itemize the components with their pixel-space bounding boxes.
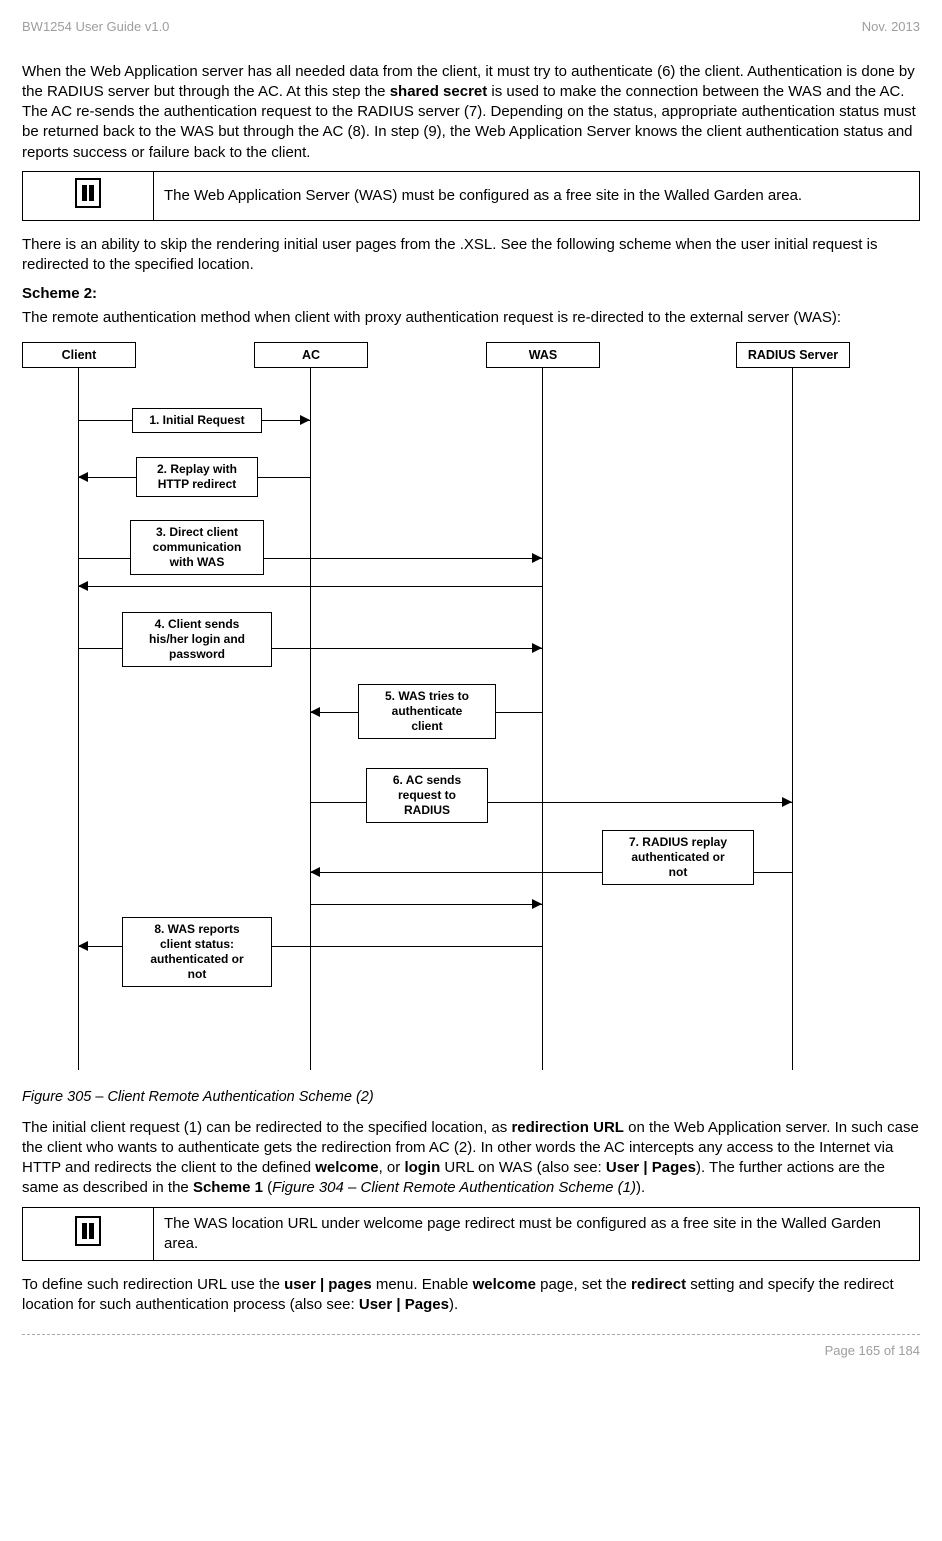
info-callout: The WAS location URL under welcome page … <box>22 1207 920 1262</box>
text-bold: user | pages <box>284 1276 372 1293</box>
text-bold: welcome <box>473 1276 536 1293</box>
lifeline-ac <box>310 342 311 1070</box>
text-bold: shared secret <box>390 83 488 100</box>
text-fragment: ). <box>449 1296 458 1313</box>
actor-client: Client <box>22 342 136 368</box>
text-fragment: menu. Enable <box>372 1276 473 1293</box>
msg-text: 3. Direct client <box>156 525 238 539</box>
text-fragment: The initial client request (1) can be re… <box>22 1119 511 1136</box>
doc-date: Nov. 2013 <box>862 18 920 36</box>
paragraph-define-url: To define such redirection URL use the u… <box>22 1275 920 1316</box>
msg-http-redirect: 2. Replay with HTTP redirect <box>136 457 258 497</box>
msg-was-authenticate: 5. WAS tries to authenticate client <box>358 684 496 739</box>
sequence-diagram: Client AC WAS RADIUS Server 1. Initial R… <box>22 342 920 1082</box>
text-bold: User | Pages <box>359 1296 449 1313</box>
msg-text: client <box>411 719 442 733</box>
msg-text: 4. Client sends <box>155 617 240 631</box>
text-fragment: URL on WAS (also see: <box>440 1159 606 1176</box>
msg-text: 2. Replay with <box>157 462 237 476</box>
actor-radius: RADIUS Server <box>736 342 850 368</box>
arrowhead-icon <box>532 643 542 653</box>
msg-initial-request: 1. Initial Request <box>132 408 262 433</box>
arrow <box>310 904 542 905</box>
page-header: BW1254 User Guide v1.0 Nov. 2013 <box>22 18 920 36</box>
info-text: The Web Application Server (WAS) must be… <box>154 171 920 220</box>
msg-text: 7. RADIUS replay <box>629 835 727 849</box>
arrowhead-icon <box>300 415 310 425</box>
actor-was: WAS <box>486 342 600 368</box>
msg-text: RADIUS <box>404 803 450 817</box>
text-bold: login <box>404 1159 440 1176</box>
msg-text: authenticated or <box>150 952 243 966</box>
arrowhead-icon <box>310 707 320 717</box>
text-fragment: To define such redirection URL use the <box>22 1276 284 1293</box>
arrowhead-icon <box>78 941 88 951</box>
page-footer: Page 165 of 184 <box>22 1342 920 1360</box>
text-bold: redirect <box>631 1276 686 1293</box>
arrowhead-icon <box>782 797 792 807</box>
msg-text: authenticated or <box>631 850 724 864</box>
msg-text: authenticate <box>392 704 463 718</box>
scheme2-heading: Scheme 2: <box>22 284 920 304</box>
arrowhead-icon <box>78 472 88 482</box>
actor-ac: AC <box>254 342 368 368</box>
msg-text: 1. Initial Request <box>149 413 244 427</box>
text-bold: welcome <box>315 1159 378 1176</box>
msg-text: communication <box>153 540 242 554</box>
msg-text: his/her login and <box>149 632 245 646</box>
msg-direct-comm: 3. Direct client communication with WAS <box>130 520 264 575</box>
info-icon <box>75 1216 101 1246</box>
msg-text: password <box>169 647 225 661</box>
info-icon-cell <box>23 1207 154 1261</box>
paragraph-auth-flow: When the Web Application server has all … <box>22 62 920 163</box>
paragraph-skip-pages: There is an ability to skip the renderin… <box>22 235 920 276</box>
figure-caption: Figure 305 – Client Remote Authenticatio… <box>22 1088 920 1108</box>
text-bold: redirection URL <box>511 1119 624 1136</box>
msg-text: client status: <box>160 937 234 951</box>
msg-text: not <box>188 967 207 981</box>
arrowhead-icon <box>310 867 320 877</box>
text-fragment: , or <box>379 1159 405 1176</box>
arrowhead-icon <box>532 553 542 563</box>
info-callout: The Web Application Server (WAS) must be… <box>22 171 920 221</box>
msg-text: 5. WAS tries to <box>385 689 469 703</box>
text-fragment: page, set the <box>536 1276 631 1293</box>
text-italic: Figure 304 – Client Remote Authenticatio… <box>272 1179 636 1196</box>
msg-text: 6. AC sends <box>393 773 461 787</box>
paragraph-redirection-url: The initial client request (1) can be re… <box>22 1118 920 1199</box>
info-text: The WAS location URL under welcome page … <box>154 1207 920 1261</box>
msg-text: HTTP redirect <box>158 477 236 491</box>
msg-text: not <box>669 865 688 879</box>
msg-was-reports: 8. WAS reports client status: authentica… <box>122 917 272 987</box>
text-bold: Scheme 1 <box>193 1179 263 1196</box>
text-fragment: ). <box>636 1179 645 1196</box>
msg-radius-reply: 7. RADIUS replay authenticated or not <box>602 830 754 885</box>
info-icon-cell <box>23 171 154 220</box>
msg-text: with WAS <box>170 555 225 569</box>
arrowhead-icon <box>78 581 88 591</box>
lifeline-radius <box>792 342 793 1070</box>
text-fragment: ( <box>263 1179 272 1196</box>
info-icon <box>75 178 101 208</box>
footer-separator <box>22 1334 920 1335</box>
msg-text: 8. WAS reports <box>154 922 239 936</box>
doc-title: BW1254 User Guide v1.0 <box>22 18 169 36</box>
arrowhead-icon <box>532 899 542 909</box>
text-bold: User | Pages <box>606 1159 696 1176</box>
paragraph-scheme2-desc: The remote authentication method when cl… <box>22 308 920 328</box>
lifeline-client <box>78 342 79 1070</box>
lifeline-was <box>542 342 543 1070</box>
msg-login-password: 4. Client sends his/her login and passwo… <box>122 612 272 667</box>
msg-ac-to-radius: 6. AC sends request to RADIUS <box>366 768 488 823</box>
arrow <box>78 586 542 587</box>
msg-text: request to <box>398 788 456 802</box>
